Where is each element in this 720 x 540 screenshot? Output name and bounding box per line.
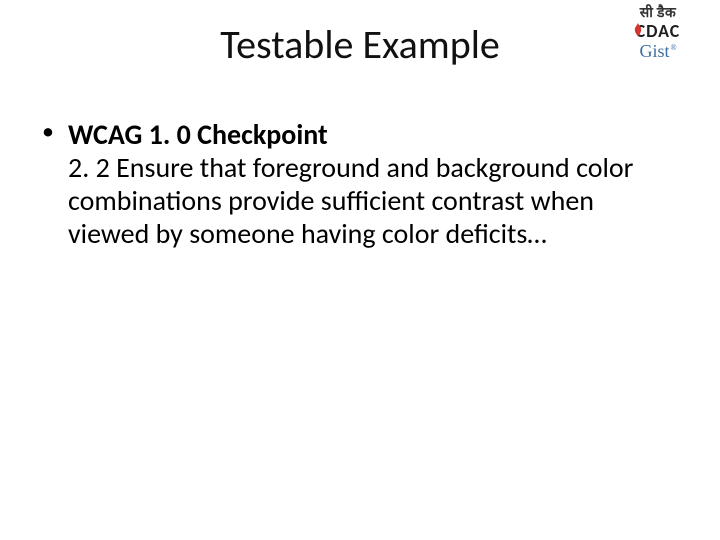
slide-body: WCAG 1. 0 Checkpoint 2. 2 Ensure that fo… xyxy=(38,118,660,250)
bullet-heading: WCAG 1. 0 Checkpoint xyxy=(68,117,328,152)
logo-hindi-text: सी डैक xyxy=(614,6,702,20)
slide-title: Testable Example xyxy=(0,20,720,69)
bullet-item: WCAG 1. 0 Checkpoint 2. 2 Ensure that fo… xyxy=(38,118,660,250)
bullet-text: 2. 2 Ensure that foreground and backgrou… xyxy=(68,150,633,251)
